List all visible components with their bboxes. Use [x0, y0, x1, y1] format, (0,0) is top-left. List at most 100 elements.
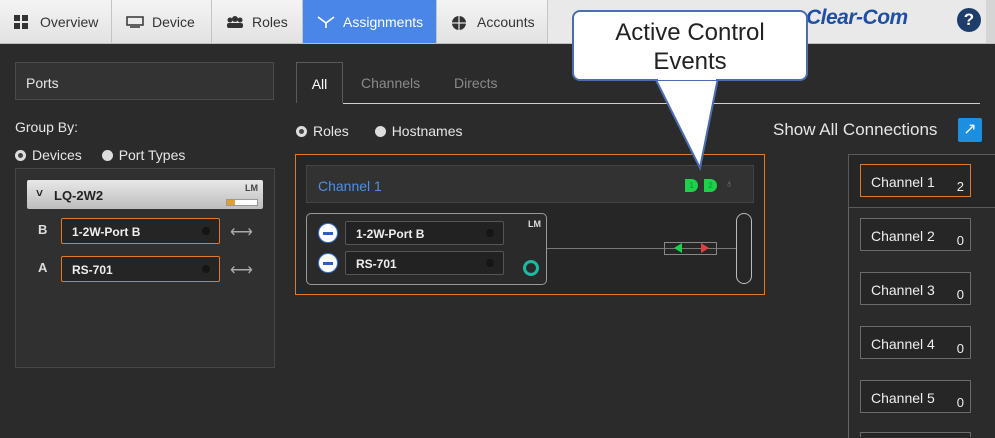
tab-label: Roles	[252, 13, 288, 30]
status-dot	[202, 227, 210, 235]
lm-badge: LM	[528, 219, 541, 229]
listen-arrow-icon	[701, 243, 709, 253]
port-name: 1-2W-Port B	[72, 225, 141, 239]
port-item[interactable]: RS-701	[61, 256, 220, 282]
tab-roles[interactable]: Roles	[212, 0, 303, 43]
view-hostnames-radio[interactable]: Hostnames	[374, 122, 463, 140]
port-name: RS-701	[72, 263, 113, 277]
radio-label: Roles	[313, 123, 349, 140]
brand-logo-text: Clear-Com	[806, 6, 908, 29]
tab-assignments[interactable]: Assignments	[303, 0, 437, 43]
channel-label: Channel 5	[871, 390, 935, 406]
drop-slot[interactable]	[736, 213, 752, 284]
chevron-down-icon[interactable]: ˅	[36, 186, 43, 200]
users-icon	[226, 15, 244, 29]
help-button[interactable]: ?	[957, 8, 981, 32]
channel-list-item[interactable]: Channel 2 0	[860, 218, 971, 251]
port-letter: B	[38, 222, 48, 237]
channel-count: 0	[956, 233, 964, 248]
channel-header[interactable]: Channel 1 1 2 ♁	[306, 165, 754, 203]
channel-label: Channel 3	[871, 282, 935, 298]
control-event-number: 1	[689, 181, 694, 190]
tab-label: Device	[152, 13, 195, 30]
nav-edge	[986, 0, 995, 43]
status-dot	[486, 229, 494, 237]
expand-icon[interactable]: ↗	[958, 118, 982, 142]
brand-logo: Clear-Com	[806, 6, 908, 30]
top-navigation: Overview Device Roles Assignments Accoun…	[0, 0, 995, 44]
group-port-types-radio[interactable]: Port Types	[101, 146, 186, 164]
tab-device[interactable]: Device	[112, 0, 212, 43]
connection-ring-icon[interactable]	[523, 260, 539, 276]
channel-title: Channel 1	[318, 178, 382, 194]
channel-count: 2	[956, 179, 964, 194]
tab-all[interactable]: All	[296, 62, 343, 103]
radio-icon	[374, 125, 386, 137]
channel-list-item-partial[interactable]	[860, 432, 971, 437]
help-icon: ?	[963, 10, 975, 29]
port-letter: A	[38, 260, 48, 275]
port-item[interactable]: 1-2W-Port B	[61, 218, 220, 244]
group-devices-radio[interactable]: Devices	[15, 146, 82, 164]
show-all-connections-label[interactable]: Show All Connections	[773, 120, 937, 140]
device-name: LQ-2W2	[54, 188, 104, 203]
drag-arrows-icon[interactable]: ⟷	[230, 222, 253, 242]
view-options: Roles Hostnames	[296, 122, 463, 139]
radio-icon	[101, 149, 113, 161]
device-icon	[126, 15, 144, 29]
tab-label: All	[311, 76, 328, 92]
callout-tooltip: Active Control Events	[572, 10, 808, 81]
tab-label: Directs	[454, 75, 498, 91]
channel-list-item[interactable]: Channel 5 0	[860, 380, 971, 413]
device-panel: ˅ LQ-2W2 LM B 1-2W-Port B ⟷ A RS-701 ⟷	[15, 168, 275, 368]
ports-title: Ports	[26, 75, 59, 91]
remove-port-button[interactable]	[318, 253, 338, 273]
globe-icon	[451, 15, 469, 30]
channel-port[interactable]: 1-2W-Port B	[345, 221, 504, 245]
tab-accounts[interactable]: Accounts	[437, 0, 548, 43]
radio-label: Hostnames	[391, 123, 463, 140]
talk-arrow-icon	[674, 243, 682, 253]
device-header[interactable]: ˅ LQ-2W2 LM	[27, 180, 263, 209]
device-badge: LM	[245, 183, 258, 193]
channel-port-name: RS-701	[356, 257, 397, 271]
remove-port-button[interactable]	[318, 223, 338, 243]
channel-label: Channel 4	[871, 336, 935, 352]
assignments-icon	[317, 15, 335, 29]
control-event-icon: 2	[704, 179, 717, 192]
tab-label: Accounts	[477, 13, 535, 30]
radio-label: Devices	[32, 147, 82, 164]
view-roles-radio[interactable]: Roles	[296, 122, 349, 140]
channel-list-item[interactable]: Channel 3 0	[860, 272, 971, 305]
tab-overview[interactable]: Overview	[0, 0, 112, 43]
channel-list-item[interactable]: Channel 1 2	[860, 164, 971, 197]
channel-count: 0	[956, 287, 964, 302]
tab-directs[interactable]: Directs	[454, 62, 498, 103]
grid-icon	[14, 14, 32, 29]
group-by-label: Group By:	[15, 119, 79, 135]
channel-count: 0	[956, 341, 964, 356]
channel-count: 0	[956, 395, 964, 410]
radio-selected-icon	[15, 149, 26, 161]
channel-label: Channel 1	[871, 174, 935, 190]
tab-label: Overview	[40, 13, 99, 30]
tab-label: Channels	[361, 75, 421, 91]
channel-members: 1-2W-Port B LM RS-701	[306, 213, 547, 285]
radio-label: Port Types	[118, 147, 186, 164]
channel-port[interactable]: RS-701	[345, 251, 504, 275]
channel-port-name: 1-2W-Port B	[356, 227, 425, 241]
alert-icon: ♁	[725, 178, 734, 190]
group-by-section: Group By: Devices Port Types	[15, 119, 185, 163]
status-dot	[486, 259, 494, 267]
tab-channels[interactable]: Channels	[361, 62, 420, 103]
drag-arrows-icon[interactable]: ⟷	[230, 260, 253, 280]
audio-direction-box[interactable]	[664, 242, 717, 255]
level-meter	[226, 199, 258, 206]
callout-text: Active Control Events	[615, 19, 765, 75]
channel-list-item[interactable]: Channel 4 0	[860, 326, 971, 359]
channel-label: Channel 2	[871, 228, 935, 244]
control-event-icon: 1	[685, 179, 698, 192]
radio-selected-icon	[296, 125, 307, 137]
channel-card: Channel 1 1 2 ♁ 1-2W-Port B LM RS-701	[295, 154, 765, 295]
tab-divider	[343, 103, 980, 104]
